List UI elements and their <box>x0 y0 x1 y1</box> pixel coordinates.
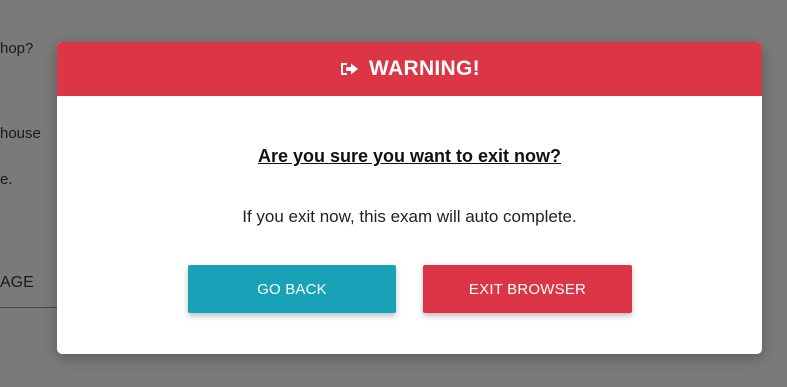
go-back-button[interactable]: GO BACK <box>188 265 396 313</box>
confirmation-question: Are you sure you want to exit now? <box>257 146 562 166</box>
sign-out-icon <box>339 61 359 77</box>
background-question-text: e. <box>0 171 13 188</box>
dialog-actions: GO BACK EXIT BROWSER <box>57 265 762 313</box>
dialog-body: Are you sure you want to exit now? If yo… <box>57 96 762 227</box>
warning-message: If you exit now, this exam will auto com… <box>242 207 577 226</box>
dialog-header: WARNING! <box>57 42 762 96</box>
dialog-title: WARNING! <box>369 57 480 80</box>
warning-dialog: WARNING! Are you sure you want to exit n… <box>57 42 762 354</box>
background-question-text: hop? <box>0 40 34 57</box>
background-input-text: AGE <box>0 274 34 291</box>
exit-browser-button[interactable]: EXIT BROWSER <box>423 265 632 313</box>
background-question-text: house <box>0 125 41 142</box>
